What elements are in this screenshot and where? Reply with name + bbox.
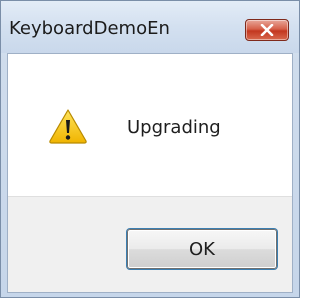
window-title: KeyboardDemoEn [9,18,170,39]
message-area: Upgrading [8,54,292,196]
close-button[interactable] [245,19,289,41]
close-icon [260,24,274,36]
warning-icon [48,108,88,144]
dialog-window: KeyboardDemoEn Upgrading OK [0,0,300,298]
button-bar: OK [8,196,292,292]
dialog-client-area: Upgrading OK [7,53,293,293]
message-text: Upgrading [127,117,221,138]
ok-button[interactable]: OK [127,229,277,269]
title-bar[interactable]: KeyboardDemoEn [1,1,299,53]
